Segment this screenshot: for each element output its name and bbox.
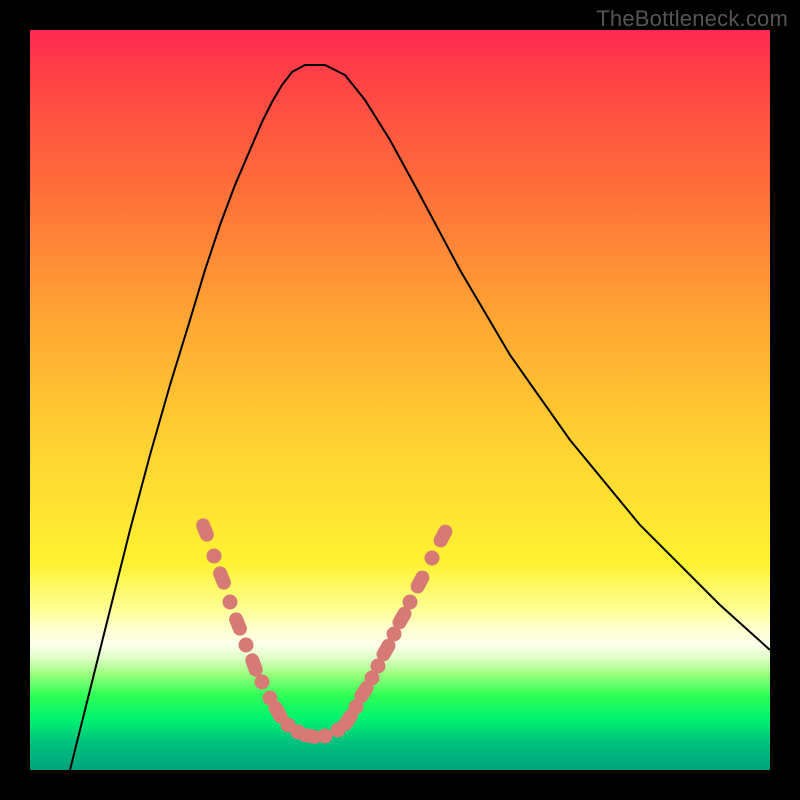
curve-marker [318, 729, 333, 744]
curve-marker [425, 551, 440, 566]
curve-marker [431, 522, 455, 550]
curve-marker [211, 564, 233, 591]
curve-marker [255, 675, 270, 690]
curve-markers [194, 516, 455, 745]
curve-marker [194, 516, 216, 543]
bottleneck-curve-svg [30, 30, 770, 770]
curve-marker [227, 610, 249, 637]
watermark-text: TheBottleneck.com [596, 6, 788, 32]
curve-marker [239, 638, 254, 653]
curve-marker [207, 549, 222, 564]
bottleneck-curve-path [70, 65, 770, 770]
curve-marker [408, 568, 432, 596]
curve-marker [403, 595, 418, 610]
curve-marker [223, 595, 238, 610]
